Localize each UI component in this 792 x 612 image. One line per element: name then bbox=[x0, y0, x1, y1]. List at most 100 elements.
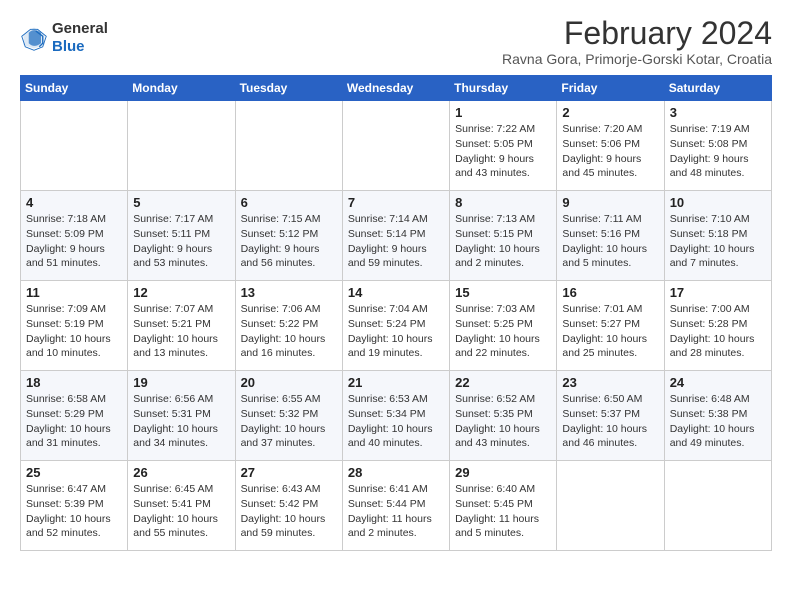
calendar-cell bbox=[342, 101, 449, 191]
col-header-monday: Monday bbox=[128, 76, 235, 101]
day-number: 1 bbox=[455, 105, 551, 120]
week-row: 11 Sunrise: 7:09 AMSunset: 5:19 PMDayligh… bbox=[21, 281, 772, 371]
day-number: 9 bbox=[562, 195, 658, 210]
calendar-cell: 18 Sunrise: 6:58 AMSunset: 5:29 PMDayligh… bbox=[21, 371, 128, 461]
logo-icon bbox=[20, 24, 48, 52]
day-info: Sunrise: 6:58 AMSunset: 5:29 PMDaylight:… bbox=[26, 392, 122, 451]
day-number: 13 bbox=[241, 285, 337, 300]
day-number: 22 bbox=[455, 375, 551, 390]
day-info: Sunrise: 7:06 AMSunset: 5:22 PMDaylight:… bbox=[241, 302, 337, 361]
calendar-cell bbox=[128, 101, 235, 191]
calendar-cell: 13 Sunrise: 7:06 AMSunset: 5:22 PMDayligh… bbox=[235, 281, 342, 371]
day-number: 4 bbox=[26, 195, 122, 210]
col-header-thursday: Thursday bbox=[450, 76, 557, 101]
day-info: Sunrise: 7:14 AMSunset: 5:14 PMDaylight:… bbox=[348, 212, 444, 271]
day-info: Sunrise: 7:03 AMSunset: 5:25 PMDaylight:… bbox=[455, 302, 551, 361]
day-info: Sunrise: 6:40 AMSunset: 5:45 PMDaylight:… bbox=[455, 482, 551, 541]
calendar-cell: 12 Sunrise: 7:07 AMSunset: 5:21 PMDayligh… bbox=[128, 281, 235, 371]
day-info: Sunrise: 7:09 AMSunset: 5:19 PMDaylight:… bbox=[26, 302, 122, 361]
calendar-cell: 24 Sunrise: 6:48 AMSunset: 5:38 PMDayligh… bbox=[664, 371, 771, 461]
day-number: 24 bbox=[670, 375, 766, 390]
calendar-cell: 14Sunrise: 7:04 AMSunset: 5:24 PMDayligh… bbox=[342, 281, 449, 371]
col-header-tuesday: Tuesday bbox=[235, 76, 342, 101]
calendar-cell: 11 Sunrise: 7:09 AMSunset: 5:19 PMDayligh… bbox=[21, 281, 128, 371]
day-info: Sunrise: 7:19 AMSunset: 5:08 PMDaylight:… bbox=[670, 122, 766, 181]
day-number: 17 bbox=[670, 285, 766, 300]
col-header-sunday: Sunday bbox=[21, 76, 128, 101]
day-number: 25 bbox=[26, 465, 122, 480]
day-number: 11 bbox=[26, 285, 122, 300]
day-info: Sunrise: 6:55 AMSunset: 5:32 PMDaylight:… bbox=[241, 392, 337, 451]
col-header-friday: Friday bbox=[557, 76, 664, 101]
calendar-cell: 2 Sunrise: 7:20 AMSunset: 5:06 PMDaylight… bbox=[557, 101, 664, 191]
week-row: 4 Sunrise: 7:18 AMSunset: 5:09 PMDaylight… bbox=[21, 191, 772, 281]
calendar-cell: 1 Sunrise: 7:22 AMSunset: 5:05 PMDaylight… bbox=[450, 101, 557, 191]
day-info: Sunrise: 7:18 AMSunset: 5:09 PMDaylight:… bbox=[26, 212, 122, 271]
calendar-cell: 3 Sunrise: 7:19 AMSunset: 5:08 PMDaylight… bbox=[664, 101, 771, 191]
day-number: 8 bbox=[455, 195, 551, 210]
day-number: 21 bbox=[348, 375, 444, 390]
calendar-cell: 22 Sunrise: 6:52 AMSunset: 5:35 PMDayligh… bbox=[450, 371, 557, 461]
col-header-saturday: Saturday bbox=[664, 76, 771, 101]
day-number: 18 bbox=[26, 375, 122, 390]
calendar-cell: 8 Sunrise: 7:13 AMSunset: 5:15 PMDaylight… bbox=[450, 191, 557, 281]
day-info: Sunrise: 7:17 AMSunset: 5:11 PMDaylight:… bbox=[133, 212, 229, 271]
day-number: 15 bbox=[455, 285, 551, 300]
title-block: February 2024 Ravna Gora, Primorje-Gorsk… bbox=[502, 16, 772, 67]
day-info: Sunrise: 7:22 AMSunset: 5:05 PMDaylight:… bbox=[455, 122, 551, 181]
calendar-cell: 7 Sunrise: 7:14 AMSunset: 5:14 PMDaylight… bbox=[342, 191, 449, 281]
day-info: Sunrise: 7:20 AMSunset: 5:06 PMDaylight:… bbox=[562, 122, 658, 181]
calendar-cell: 9 Sunrise: 7:11 AMSunset: 5:16 PMDaylight… bbox=[557, 191, 664, 281]
calendar-header: SundayMondayTuesdayWednesdayThursdayFrid… bbox=[21, 76, 772, 101]
day-number: 20 bbox=[241, 375, 337, 390]
day-info: Sunrise: 6:53 AMSunset: 5:34 PMDaylight:… bbox=[348, 392, 444, 451]
logo-general: General bbox=[52, 20, 108, 38]
subtitle: Ravna Gora, Primorje-Gorski Kotar, Croat… bbox=[502, 51, 772, 67]
day-info: Sunrise: 6:43 AMSunset: 5:42 PMDaylight:… bbox=[241, 482, 337, 541]
day-number: 19 bbox=[133, 375, 229, 390]
day-number: 6 bbox=[241, 195, 337, 210]
day-number: 2 bbox=[562, 105, 658, 120]
day-info: Sunrise: 7:11 AMSunset: 5:16 PMDaylight:… bbox=[562, 212, 658, 271]
day-number: 23 bbox=[562, 375, 658, 390]
calendar-cell: 15 Sunrise: 7:03 AMSunset: 5:25 PMDayligh… bbox=[450, 281, 557, 371]
calendar-cell: 17Sunrise: 7:00 AMSunset: 5:28 PMDayligh… bbox=[664, 281, 771, 371]
calendar-cell: 25Sunrise: 6:47 AMSunset: 5:39 PMDayligh… bbox=[21, 461, 128, 551]
calendar-cell: 16 Sunrise: 7:01 AMSunset: 5:27 PMDayligh… bbox=[557, 281, 664, 371]
logo-blue: Blue bbox=[52, 38, 108, 56]
day-number: 10 bbox=[670, 195, 766, 210]
day-info: Sunrise: 6:56 AMSunset: 5:31 PMDaylight:… bbox=[133, 392, 229, 451]
day-info: Sunrise: 7:07 AMSunset: 5:21 PMDaylight:… bbox=[133, 302, 229, 361]
week-row: 18 Sunrise: 6:58 AMSunset: 5:29 PMDayligh… bbox=[21, 371, 772, 461]
day-number: 26 bbox=[133, 465, 229, 480]
calendar-cell: 28 Sunrise: 6:41 AMSunset: 5:44 PMDayligh… bbox=[342, 461, 449, 551]
calendar-cell: 5Sunrise: 7:17 AMSunset: 5:11 PMDaylight… bbox=[128, 191, 235, 281]
main-title: February 2024 bbox=[502, 16, 772, 51]
calendar-cell: 27 Sunrise: 6:43 AMSunset: 5:42 PMDayligh… bbox=[235, 461, 342, 551]
calendar-body: 1 Sunrise: 7:22 AMSunset: 5:05 PMDaylight… bbox=[21, 101, 772, 551]
day-number: 29 bbox=[455, 465, 551, 480]
calendar-cell: 10 Sunrise: 7:10 AMSunset: 5:18 PMDayligh… bbox=[664, 191, 771, 281]
day-info: Sunrise: 6:52 AMSunset: 5:35 PMDaylight:… bbox=[455, 392, 551, 451]
day-number: 27 bbox=[241, 465, 337, 480]
page-header: General Blue February 2024 Ravna Gora, P… bbox=[20, 16, 772, 67]
day-number: 12 bbox=[133, 285, 229, 300]
day-info: Sunrise: 7:01 AMSunset: 5:27 PMDaylight:… bbox=[562, 302, 658, 361]
day-info: Sunrise: 7:15 AMSunset: 5:12 PMDaylight:… bbox=[241, 212, 337, 271]
calendar-table: SundayMondayTuesdayWednesdayThursdayFrid… bbox=[20, 75, 772, 551]
day-number: 14 bbox=[348, 285, 444, 300]
calendar-cell: 21 Sunrise: 6:53 AMSunset: 5:34 PMDayligh… bbox=[342, 371, 449, 461]
calendar-cell: 23Sunrise: 6:50 AMSunset: 5:37 PMDayligh… bbox=[557, 371, 664, 461]
calendar-cell bbox=[21, 101, 128, 191]
day-info: Sunrise: 6:48 AMSunset: 5:38 PMDaylight:… bbox=[670, 392, 766, 451]
day-info: Sunrise: 7:10 AMSunset: 5:18 PMDaylight:… bbox=[670, 212, 766, 271]
day-number: 28 bbox=[348, 465, 444, 480]
calendar-cell: 4 Sunrise: 7:18 AMSunset: 5:09 PMDaylight… bbox=[21, 191, 128, 281]
day-info: Sunrise: 6:41 AMSunset: 5:44 PMDaylight:… bbox=[348, 482, 444, 541]
day-number: 16 bbox=[562, 285, 658, 300]
header-row: SundayMondayTuesdayWednesdayThursdayFrid… bbox=[21, 76, 772, 101]
day-info: Sunrise: 6:45 AMSunset: 5:41 PMDaylight:… bbox=[133, 482, 229, 541]
day-info: Sunrise: 7:13 AMSunset: 5:15 PMDaylight:… bbox=[455, 212, 551, 271]
day-number: 7 bbox=[348, 195, 444, 210]
day-number: 3 bbox=[670, 105, 766, 120]
